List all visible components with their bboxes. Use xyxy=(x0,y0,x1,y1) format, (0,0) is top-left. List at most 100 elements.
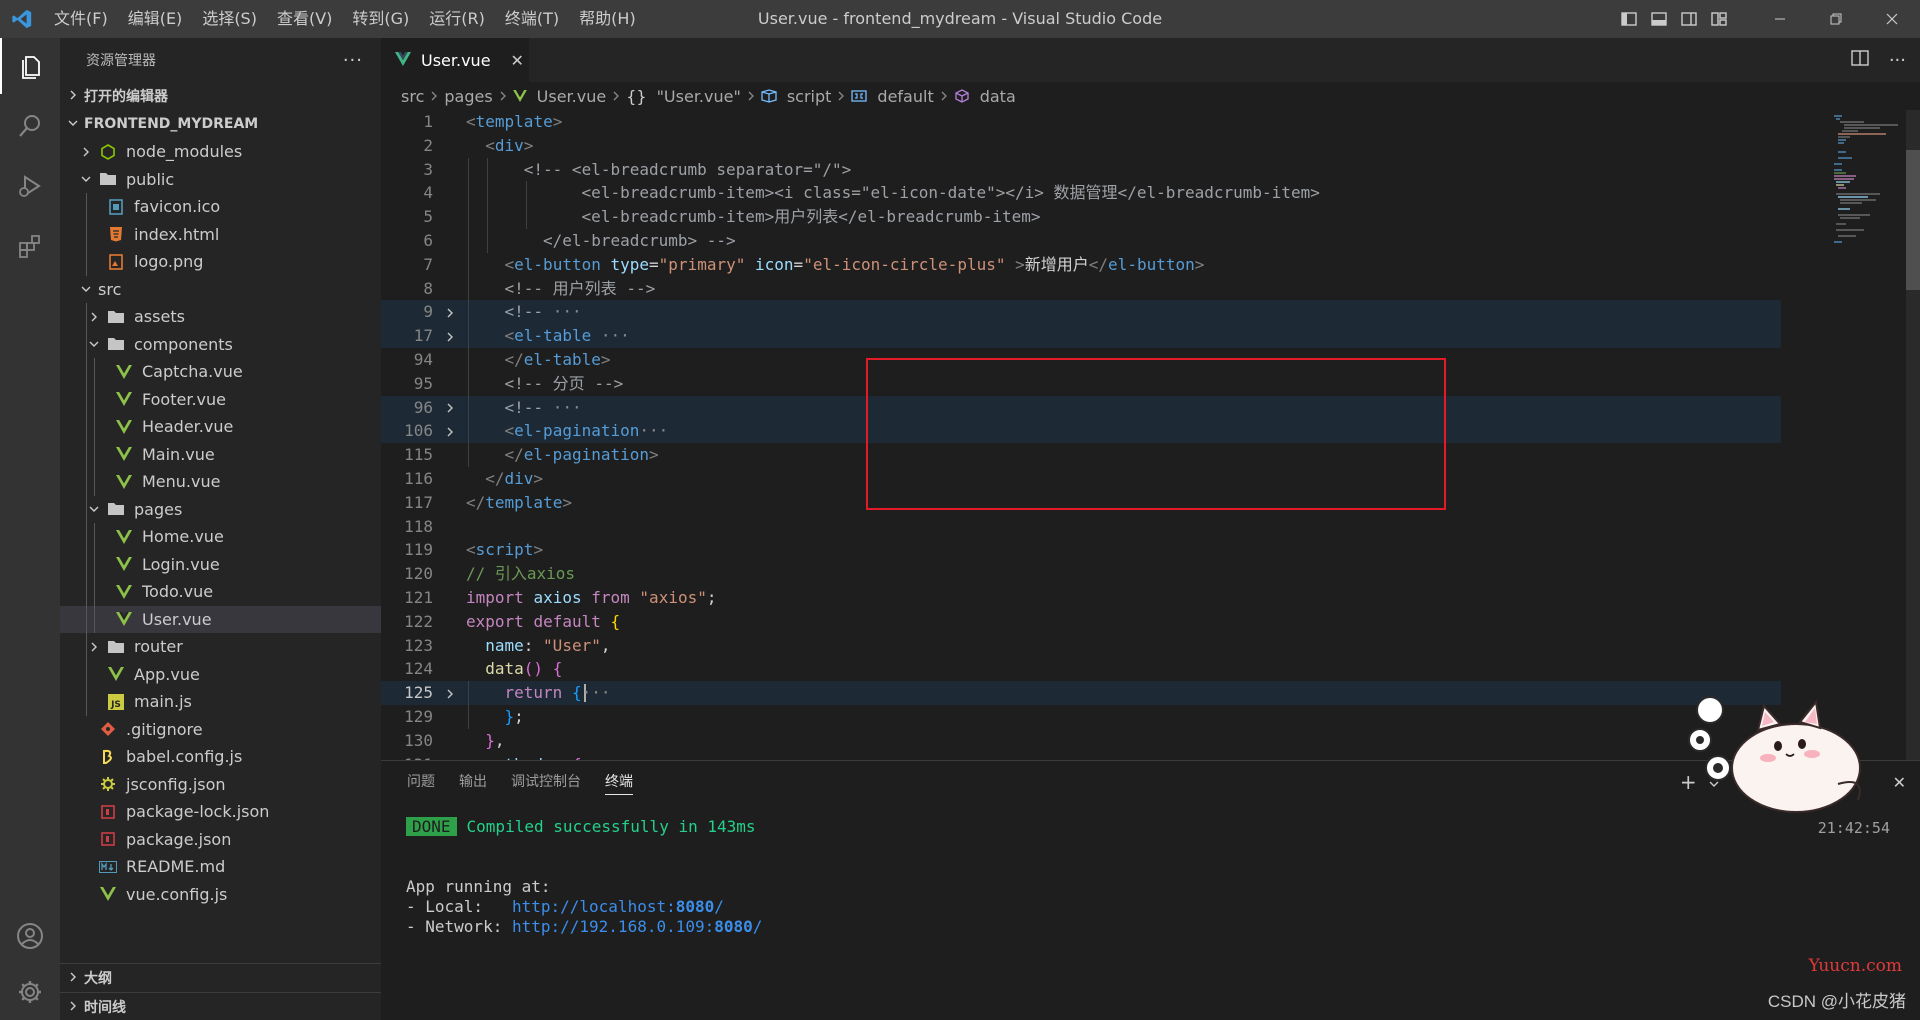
tree-folder[interactable]: public xyxy=(60,166,381,194)
toggle-primary-sidebar-icon[interactable] xyxy=(1614,0,1644,38)
panel-tab[interactable]: 调试控制台 xyxy=(511,761,581,803)
tree-file[interactable]: Header.vue xyxy=(60,413,381,441)
close-panel-icon[interactable]: ✕ xyxy=(1893,773,1906,792)
breadcrumb-item[interactable]: {} "User.vue" xyxy=(626,87,741,106)
menu-item[interactable]: 运行(R) xyxy=(419,0,495,38)
chevron-right-icon[interactable] xyxy=(86,639,102,655)
breadcrumb-item[interactable]: data xyxy=(954,87,1016,106)
tree-file[interactable]: index.html xyxy=(60,220,381,248)
tree-folder[interactable]: src xyxy=(60,276,381,304)
folded-ellipsis[interactable]: ··· xyxy=(582,683,611,702)
panel-tab[interactable]: 输出 xyxy=(459,761,487,803)
extensions-icon[interactable] xyxy=(0,218,60,274)
fold-chevron-icon[interactable] xyxy=(443,681,457,705)
tree-file[interactable]: vue.config.js xyxy=(60,881,381,909)
fold-chevron-icon[interactable] xyxy=(443,300,457,324)
tree-file[interactable]: README.md xyxy=(60,853,381,881)
minimap[interactable] xyxy=(1820,110,1920,760)
tree-folder[interactable]: pages xyxy=(60,495,381,523)
code-line[interactable]: 8 <!-- 用户列表 --> xyxy=(381,276,1781,301)
code-line[interactable]: 129}; xyxy=(381,705,1781,729)
scrollbar-thumb[interactable] xyxy=(1906,150,1920,290)
code-line[interactable]: 131 methods: { xyxy=(381,753,1781,760)
tree-file[interactable]: package.json xyxy=(60,826,381,854)
code-line[interactable]: 2 <div> xyxy=(381,134,1781,158)
tree-file[interactable]: .gitignore xyxy=(60,716,381,744)
split-editor-icon[interactable] xyxy=(1851,50,1869,70)
tree-folder[interactable]: router xyxy=(60,633,381,661)
code-line[interactable]: 119 <script> xyxy=(381,538,1781,562)
settings-gear-icon[interactable] xyxy=(0,964,60,1020)
code-line[interactable]: 3 <!-- <el-breadcrumb separator="/"> xyxy=(381,157,1781,182)
tree-file[interactable]: Todo.vue xyxy=(60,578,381,606)
tree-file[interactable]: Login.vue xyxy=(60,550,381,578)
code-line[interactable]: 121 import axios from "axios"; xyxy=(381,586,1781,610)
code-line[interactable]: 118 xyxy=(381,515,1781,539)
tree-folder[interactable]: components xyxy=(60,330,381,358)
tree-file[interactable]: package-lock.json xyxy=(60,798,381,826)
menu-item[interactable]: 文件(F) xyxy=(44,0,118,38)
tree-file[interactable]: logo.png xyxy=(60,248,381,276)
code-line[interactable]: 122 export default { xyxy=(381,610,1781,634)
folded-ellipsis[interactable]: ··· xyxy=(601,326,630,345)
open-editors-section[interactable]: 打开的编辑器 xyxy=(60,82,381,110)
tree-file[interactable]: Footer.vue xyxy=(60,385,381,413)
menu-item[interactable]: 查看(V) xyxy=(267,0,342,38)
code-line[interactable]: 6 </el-breadcrumb> --> xyxy=(381,229,1781,253)
minimize-icon[interactable] xyxy=(1752,0,1808,38)
code-line[interactable]: 1 <template> xyxy=(381,110,1781,134)
code-line[interactable]: 4 <el-breadcrumb-item><i class="el-icon-d… xyxy=(381,181,1781,206)
tree-file[interactable]: favicon.ico xyxy=(60,193,381,221)
fold-chevron-icon[interactable] xyxy=(443,324,457,348)
local-url-link[interactable]: http://localhost:8080/ xyxy=(512,897,724,916)
breadcrumb-item[interactable]: script xyxy=(761,87,831,106)
toggle-panel-icon[interactable] xyxy=(1644,0,1674,38)
restore-icon[interactable] xyxy=(1808,0,1864,38)
tree-file[interactable]: babel.config.js xyxy=(60,743,381,771)
tree-file[interactable]: Menu.vue xyxy=(60,468,381,496)
code-line[interactable]: 9 <!-- ··· xyxy=(381,300,1781,325)
tree-folder[interactable]: node_modules xyxy=(60,138,381,166)
tree-file[interactable]: App.vue xyxy=(60,660,381,688)
folded-ellipsis[interactable]: ··· xyxy=(553,302,582,321)
fold-chevron-icon[interactable] xyxy=(443,396,457,420)
tree-file[interactable]: JS main.js xyxy=(60,688,381,716)
code-line[interactable]: 120 // 引入axios xyxy=(381,562,1781,586)
tree-file[interactable]: User.vue xyxy=(60,605,381,633)
terminal-output[interactable]: DONE Compiled successfully in 143ms App r… xyxy=(406,817,762,937)
tree-file[interactable]: jsconfig.json xyxy=(60,771,381,799)
menu-item[interactable]: 帮助(H) xyxy=(569,0,646,38)
panel-tab[interactable]: 终端 xyxy=(605,761,633,803)
breadcrumb-item[interactable]: default xyxy=(851,87,934,106)
chevron-right-icon[interactable] xyxy=(78,144,94,160)
chevron-down-icon[interactable] xyxy=(86,336,102,352)
chevron-right-icon[interactable] xyxy=(86,309,102,325)
editor-more-actions-icon[interactable]: ··· xyxy=(1889,50,1906,71)
menu-item[interactable]: 转到(G) xyxy=(342,0,419,38)
fold-chevron-icon[interactable] xyxy=(443,419,457,443)
folded-ellipsis[interactable]: ··· xyxy=(553,398,582,417)
panel-tab[interactable]: 问题 xyxy=(407,761,435,803)
chevron-down-icon[interactable] xyxy=(78,171,94,187)
account-icon[interactable] xyxy=(0,908,60,964)
code-line[interactable]: 123 name: "User", xyxy=(381,634,1781,658)
outline-section[interactable]: 大纲 xyxy=(60,964,381,992)
breadcrumb-item[interactable]: pages xyxy=(444,87,492,106)
code-line[interactable]: 5 <el-breadcrumb-item>用户列表</el-breadcrumb… xyxy=(381,205,1781,230)
code-line[interactable]: 17 <el-table ··· xyxy=(381,324,1781,349)
folded-ellipsis[interactable]: ··· xyxy=(639,421,668,440)
run-debug-icon[interactable] xyxy=(0,158,60,214)
breadcrumb-item[interactable]: User.vue xyxy=(512,87,606,106)
toggle-secondary-sidebar-icon[interactable] xyxy=(1674,0,1704,38)
tree-file[interactable]: Captcha.vue xyxy=(60,358,381,386)
menu-item[interactable]: 编辑(E) xyxy=(118,0,193,38)
explorer-icon[interactable] xyxy=(0,38,60,94)
project-section[interactable]: FRONTEND_MYDREAM xyxy=(60,110,381,138)
tree-file[interactable]: Main.vue xyxy=(60,440,381,468)
explorer-more-actions-icon[interactable]: ··· xyxy=(343,50,363,71)
breadcrumb-item[interactable]: src xyxy=(401,87,424,106)
tree-file[interactable]: Home.vue xyxy=(60,523,381,551)
editor-vertical-scrollbar[interactable] xyxy=(1906,110,1920,760)
network-url-link[interactable]: http://192.168.0.109:8080/ xyxy=(512,917,762,936)
chevron-down-icon[interactable] xyxy=(78,281,94,297)
